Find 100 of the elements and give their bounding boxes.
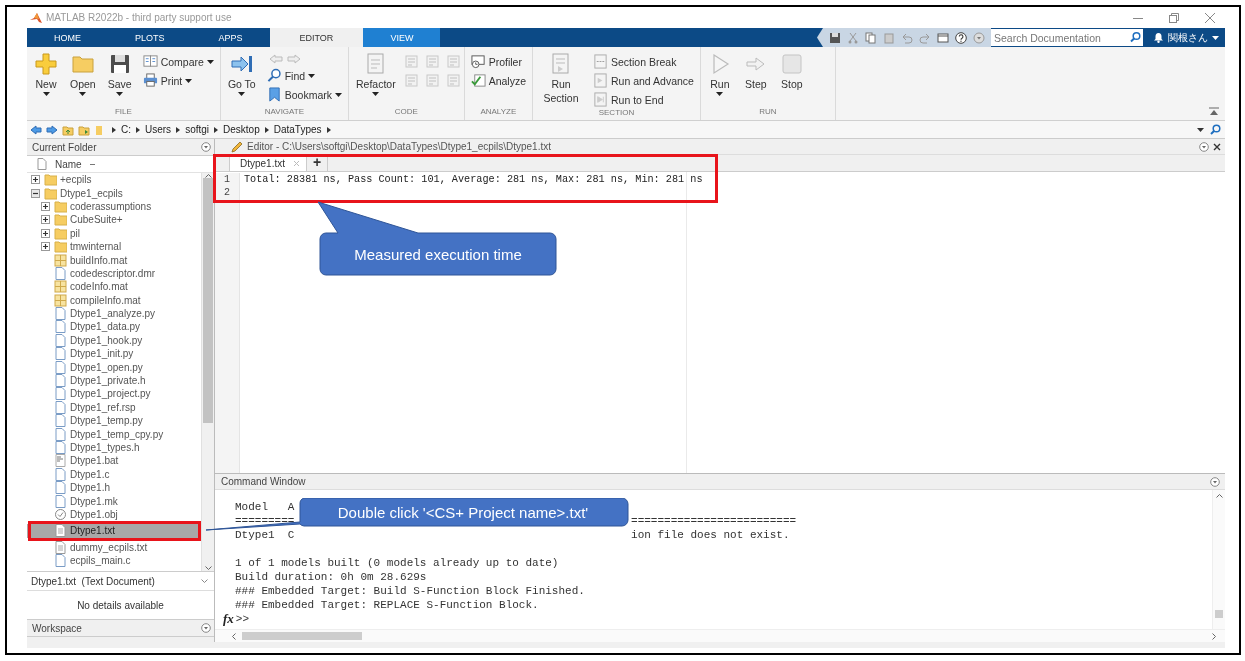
breadcrumb-arrow-icon[interactable] <box>136 126 140 133</box>
file-item[interactable]: Dtype1_project.py <box>27 387 201 401</box>
breadcrumb-arrow-icon[interactable] <box>326 126 331 133</box>
menu-icon[interactable] <box>201 623 211 633</box>
scroll-right-icon[interactable] <box>1212 632 1217 640</box>
toolbar-button[interactable]: Run Section <box>537 51 585 107</box>
search-icon[interactable] <box>1210 124 1221 135</box>
path-segment[interactable]: softgi <box>185 124 210 135</box>
breadcrumb-arrow-icon[interactable] <box>264 126 269 133</box>
toolbar-button[interactable]: New <box>31 51 61 98</box>
file-item[interactable]: Dtype1_init.py <box>27 347 201 361</box>
function-browser-button[interactable]: fx <box>223 611 234 628</box>
ribbon-tab[interactable]: PLOTS <box>108 28 192 47</box>
file-item[interactable]: Dtype1_data.py <box>27 320 201 334</box>
forward-icon[interactable] <box>46 124 58 135</box>
caret-icon[interactable] <box>1212 35 1219 40</box>
file-item[interactable]: Dtype1.txt <box>27 524 201 538</box>
file-item[interactable]: Dtype1_open.py <box>27 360 201 374</box>
toolbar-button[interactable]: Stop <box>776 51 807 93</box>
file-item[interactable]: Dtype1.bat <box>27 454 201 468</box>
copy-icon[interactable] <box>865 31 877 44</box>
chevron-icon[interactable] <box>201 578 208 584</box>
scroll-up-icon[interactable] <box>204 173 212 178</box>
file-item[interactable]: Dtype1.h <box>27 481 201 495</box>
caret-icon[interactable] <box>372 92 380 97</box>
collapse-ribbon-icon[interactable] <box>1209 107 1219 116</box>
toolbar-button[interactable]: Run <box>704 51 735 98</box>
toolbar-button[interactable]: Go To <box>224 51 259 98</box>
toolbar-button[interactable]: Section Break <box>591 53 696 70</box>
path-segment[interactable]: Users <box>145 124 172 135</box>
help-icon[interactable] <box>955 31 967 44</box>
toolbar-button[interactable]: Run to End <box>591 91 696 108</box>
details-title[interactable]: Dtype1.txt (Text Document) <box>31 575 155 587</box>
toolbar-button[interactable]: Print <box>140 72 216 89</box>
ribbon-tab[interactable]: EDITOR <box>269 28 364 47</box>
scroll-left-icon[interactable] <box>231 632 236 640</box>
browse-folder-icon[interactable] <box>78 123 90 136</box>
scrollbar[interactable] <box>201 173 214 571</box>
file-item[interactable]: dummy_ecpils.txt <box>27 540 201 554</box>
save-icon[interactable] <box>829 31 841 44</box>
toolbar-button[interactable]: Refactor <box>352 51 399 98</box>
file-item[interactable]: coderassumptions <box>27 199 201 214</box>
file-item[interactable]: pil <box>27 226 201 240</box>
menu-icon[interactable] <box>1210 476 1220 487</box>
toolbar-button[interactable]: Compare <box>140 53 216 70</box>
windows-icon[interactable] <box>937 31 949 44</box>
expand-icon[interactable] <box>31 175 40 185</box>
path-segment[interactable]: DataTypes <box>273 124 322 135</box>
scrollbar-thumb[interactable] <box>203 178 213 423</box>
menu-icon[interactable] <box>201 142 211 152</box>
file-item[interactable]: compileInfo.mat <box>27 293 201 307</box>
file-item[interactable]: Dtype1.mk <box>27 494 201 508</box>
caret-icon[interactable] <box>308 73 316 78</box>
file-item[interactable]: +ecpils <box>27 173 201 187</box>
breadcrumb-arrow-icon[interactable] <box>214 126 219 133</box>
file-item[interactable]: Dtype1_types.h <box>27 440 201 455</box>
sort-indicator-icon[interactable] <box>89 162 95 166</box>
caret-icon[interactable] <box>206 59 214 64</box>
breadcrumb-arrow-icon[interactable] <box>112 126 116 133</box>
caret-icon[interactable] <box>79 92 87 97</box>
ribbon-tab[interactable]: VIEW <box>363 28 441 47</box>
toolbar-button[interactable]: Step <box>740 51 771 93</box>
file-item[interactable]: Dtype1_private.h <box>27 373 201 388</box>
caret-icon[interactable] <box>185 78 193 83</box>
ribbon-tab[interactable]: HOME <box>27 28 108 47</box>
toolbar-button[interactable]: Save <box>104 51 135 98</box>
breadcrumb-arrow-icon[interactable] <box>176 126 181 133</box>
new-tab-button[interactable]: + <box>307 155 329 171</box>
file-item[interactable]: Dtype1_hook.py <box>27 333 201 348</box>
caret-icon[interactable] <box>1197 127 1204 132</box>
scrollbar[interactable] <box>215 629 1225 642</box>
file-item[interactable]: CubeSuite+ <box>27 213 201 227</box>
toolbar-button[interactable]: Analyze <box>468 72 528 89</box>
search-icon[interactable] <box>1127 29 1143 46</box>
search-field[interactable]: Search Documentation <box>991 29 1127 46</box>
path-segment[interactable]: Desktop <box>223 124 260 135</box>
file-item[interactable]: tmwinternal <box>27 239 201 254</box>
toolbar-button[interactable]: Bookmark <box>264 86 344 103</box>
back-icon[interactable] <box>30 124 42 135</box>
expand-icon[interactable] <box>41 215 50 225</box>
scroll-down-icon[interactable] <box>204 566 212 571</box>
toolbar-button[interactable]: Open <box>67 51 99 98</box>
collapse-icon[interactable] <box>31 188 40 198</box>
file-item[interactable]: ecpils_main.c <box>27 553 201 568</box>
scroll-up-icon[interactable] <box>1215 493 1223 499</box>
caret-icon[interactable] <box>42 92 50 97</box>
caret-icon[interactable] <box>334 92 342 97</box>
file-item[interactable]: Dtype1.c <box>27 467 201 481</box>
ribbon-tab[interactable]: APPS <box>191 28 270 47</box>
up-folder-icon[interactable] <box>62 123 74 136</box>
caret-icon[interactable] <box>238 92 246 97</box>
expand-icon[interactable] <box>41 228 50 238</box>
file-item[interactable]: Dtype1_temp_cpy.py <box>27 427 201 441</box>
path-segment[interactable]: C: <box>121 124 131 135</box>
caret-icon[interactable] <box>116 92 124 97</box>
user-name[interactable]: 関根さん <box>1168 30 1208 45</box>
file-item[interactable]: Dtype1_ecpils <box>27 186 201 200</box>
file-item[interactable]: Dtype1_temp.py <box>27 414 201 428</box>
toolbar-button[interactable]: Run and Advance <box>591 72 696 89</box>
scrollbar-thumb[interactable] <box>242 632 362 640</box>
